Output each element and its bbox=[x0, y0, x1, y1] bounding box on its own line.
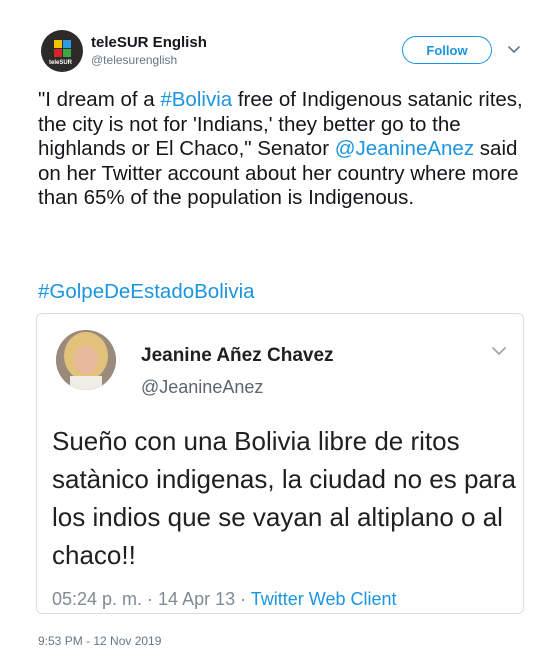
quoted-client-link[interactable]: Twitter Web Client bbox=[251, 589, 397, 609]
quoted-display-name[interactable]: Jeanine Añez Chavez bbox=[141, 345, 334, 367]
quoted-handle[interactable]: @JeanineAnez bbox=[141, 377, 263, 398]
follow-button[interactable]: Follow bbox=[402, 36, 492, 64]
mention-link[interactable]: @JeanineAnez bbox=[335, 137, 474, 160]
tweet-text-part1: "I dream of a bbox=[38, 88, 161, 111]
quoted-avatar-photo bbox=[56, 330, 116, 390]
tweet-timestamp[interactable]: 9:53 PM - 12 Nov 2019 bbox=[38, 634, 161, 648]
quoted-text: Sueño con una Bolivia libre de ritos sat… bbox=[52, 426, 516, 570]
quoted-tweet[interactable]: Jeanine Añez Chavez @JeanineAnez Sueño c… bbox=[36, 313, 524, 614]
author-handle[interactable]: @telesurenglish bbox=[91, 53, 177, 67]
telesur-avatar[interactable]: teleSUR bbox=[41, 30, 83, 72]
logo-square-green bbox=[63, 49, 71, 57]
logo-square-blue bbox=[63, 40, 71, 48]
avatar-logo-text: teleSUR bbox=[49, 60, 73, 66]
author-display-name[interactable]: teleSUR English bbox=[91, 34, 207, 51]
logo-square-red bbox=[54, 49, 62, 57]
tweet-card: teleSUR teleSUR English @telesurenglish … bbox=[0, 0, 560, 656]
hashtag-golpe-link[interactable]: #GolpeDeEstadoBolivia bbox=[38, 280, 255, 304]
logo-square-yellow bbox=[54, 40, 62, 48]
quoted-avatar[interactable] bbox=[56, 330, 116, 390]
hashtag-bolivia-link[interactable]: #Bolivia bbox=[160, 88, 232, 111]
chevron-down-icon[interactable] bbox=[505, 40, 523, 58]
quoted-date: 05:24 p. m. · 14 Apr 13 · bbox=[52, 589, 251, 609]
tweet-text: "I dream of a #Bolivia free of Indigenou… bbox=[38, 88, 528, 211]
chevron-down-icon[interactable] bbox=[489, 344, 509, 358]
quoted-meta: 05:24 p. m. · 14 Apr 13 · Twitter Web Cl… bbox=[52, 589, 397, 610]
